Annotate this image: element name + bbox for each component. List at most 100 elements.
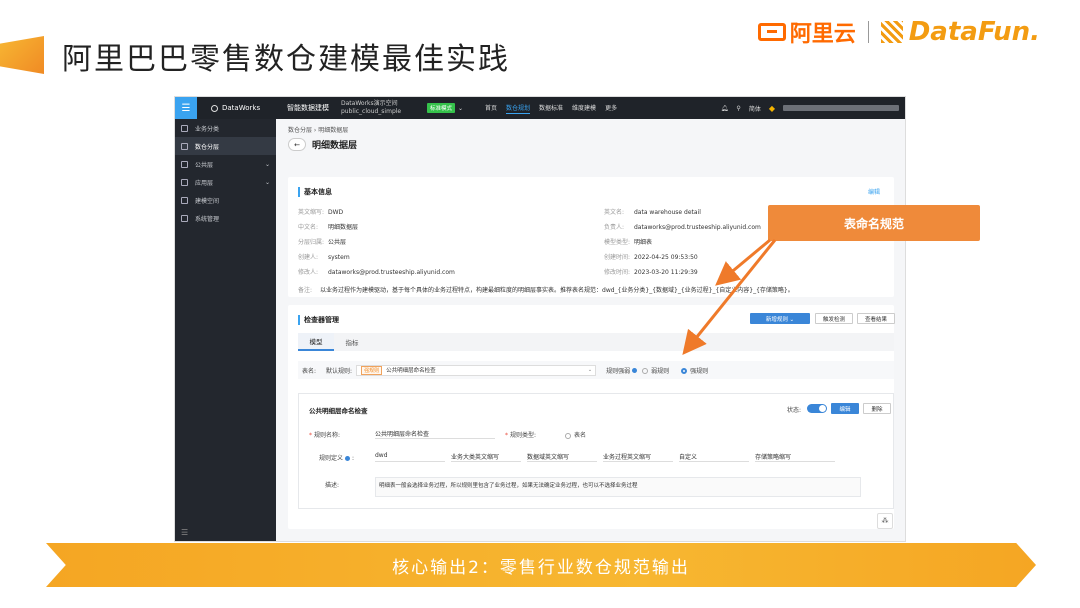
rule-strength-label: 规则强弱 bbox=[606, 367, 631, 375]
rule-title: 公共明细层命名检查 bbox=[309, 407, 368, 415]
delete-rule-button[interactable]: 删除 bbox=[863, 403, 891, 414]
nav-warehouse-planning[interactable]: 数仓规划 bbox=[506, 103, 531, 114]
rule-def-business-category[interactable]: 业务大类英文缩写 bbox=[451, 452, 521, 462]
grid-icon bbox=[181, 124, 188, 132]
dataworks-logo-icon bbox=[211, 104, 218, 112]
info-model-type: 模型类型: 明细表 bbox=[604, 239, 653, 246]
new-rule-button[interactable]: 新增规则 ⌄ bbox=[750, 313, 810, 324]
radio-icon bbox=[642, 368, 649, 374]
rule-name-label: * 规则名称: bbox=[309, 432, 341, 439]
sidebar-item-label: 建模空间 bbox=[195, 197, 220, 205]
product-name[interactable]: 智能数据建模 bbox=[275, 103, 341, 113]
info-en-name: 英文名: data warehouse detail bbox=[604, 209, 701, 216]
cluster-icon bbox=[181, 160, 188, 168]
basic-info-title: 基本信息 bbox=[298, 187, 332, 197]
gear-icon bbox=[181, 214, 188, 222]
info-layer-belong: 分层归属: 公共层 bbox=[298, 239, 347, 246]
top-bar-right: 🔔︎ ⚲ 简体 ◆ bbox=[721, 97, 899, 119]
cube-icon bbox=[181, 196, 188, 204]
apps-grid-icon[interactable]: ⁂ bbox=[877, 513, 893, 529]
strong-rule-radio[interactable]: 强规则 bbox=[681, 366, 708, 375]
info-created-at: 创建时间: 2022-04-25 09:53:50 bbox=[604, 254, 698, 261]
aliyun-logo: 阿里云 bbox=[757, 16, 856, 48]
page-title: 明细数据层 bbox=[312, 141, 358, 151]
mode-selector[interactable]: 标准模式 ⌄ bbox=[427, 103, 481, 113]
rule-def-storage-policy[interactable]: 存储策略缩写 bbox=[755, 452, 835, 462]
rule-def-prefix[interactable]: dwd bbox=[375, 452, 445, 462]
brand[interactable]: DataWorks bbox=[197, 104, 275, 112]
aliyun-mark-icon bbox=[757, 23, 786, 41]
sidebar-item-application-layer[interactable]: 应用层 ⌄ bbox=[175, 173, 276, 191]
sidebar-item-common-layer[interactable]: 公共层 ⌄ bbox=[175, 155, 276, 173]
logos: 阿里云 DataFun. bbox=[757, 16, 1040, 48]
nav-dimensional-modeling[interactable]: 维度建模 bbox=[572, 103, 596, 114]
bell-icon[interactable]: 🔔︎ bbox=[721, 105, 729, 112]
nav-data-standard[interactable]: 数据标准 bbox=[539, 103, 563, 114]
callout-box: 表命名规范 bbox=[768, 205, 980, 241]
back-button[interactable]: ← bbox=[288, 138, 306, 151]
rule-def-business-process[interactable]: 业务过程英文缩写 bbox=[603, 452, 673, 462]
sidebar-item-label: 系统管理 bbox=[195, 215, 220, 223]
trigger-check-button[interactable]: 触发检测 bbox=[815, 313, 853, 324]
rule-type-label: * 规则类型: bbox=[505, 432, 537, 439]
sidebar-item-label: 公共层 bbox=[195, 161, 214, 169]
sidebar-item-system-admin[interactable]: 系统管理 bbox=[175, 209, 276, 227]
menu-icon[interactable]: ☰ bbox=[175, 97, 197, 119]
info-creator: 创建人: system bbox=[298, 254, 350, 261]
sidebar-item-business-category[interactable]: 业务分类 bbox=[175, 119, 276, 137]
view-result-button[interactable]: 查看结果 bbox=[857, 313, 895, 324]
default-rule-select[interactable]: 强规则 公共明细层命名检查 ⌄ bbox=[356, 364, 597, 376]
top-bar: ☰ DataWorks 智能数据建模 DataWorks演示空间 public_… bbox=[175, 97, 905, 119]
sidebar: 业务分类 数仓分层 公共层 ⌄ 应用层 ⌄ 建模空间 系统管理 ☰ bbox=[175, 119, 276, 541]
rule-type-radio[interactable]: 表名 bbox=[565, 430, 586, 439]
page-header: ← 明细数据层 bbox=[288, 138, 357, 151]
sidebar-item-label: 应用层 bbox=[195, 179, 214, 187]
tab-model[interactable]: 模型 bbox=[298, 333, 334, 351]
radio-icon bbox=[565, 432, 571, 439]
edit-rule-button[interactable]: 编辑 bbox=[831, 403, 859, 414]
sidebar-item-label: 业务分类 bbox=[195, 125, 220, 133]
tab-metric[interactable]: 指标 bbox=[334, 333, 370, 351]
chevron-down-icon: ⌄ bbox=[264, 160, 270, 168]
brand-name: DataWorks bbox=[222, 104, 261, 112]
info-modifier: 修改人: dataworks@prod.trusteeship.aliyunid.… bbox=[298, 269, 455, 276]
breadcrumb: 数仓分层 › 明细数据层 bbox=[288, 127, 349, 134]
bottom-banner: 核心输出2：零售行业数仓规范输出 bbox=[46, 543, 1036, 587]
info-modified-at: 修改时间: 2023-03-20 11:29:39 bbox=[604, 269, 698, 276]
datafun-logo-text: DataFun. bbox=[908, 17, 1040, 47]
collapse-sidebar-icon[interactable]: ☰ bbox=[181, 528, 188, 537]
datafun-mark-icon bbox=[880, 21, 903, 43]
workspace-name: DataWorks演示空间 bbox=[341, 100, 398, 107]
rule-def-data-domain[interactable]: 数据域英文缩写 bbox=[527, 452, 597, 462]
status-toggle[interactable] bbox=[807, 404, 827, 413]
help-icon[interactable] bbox=[632, 367, 638, 373]
chevron-down-icon: ⌄ bbox=[458, 104, 464, 112]
rule-def-label: 规则定义: bbox=[319, 455, 355, 462]
layers-icon bbox=[181, 142, 188, 150]
status-label: 状态: bbox=[787, 407, 802, 414]
title-accent-shape bbox=[0, 36, 44, 74]
rule-name-input[interactable]: 公共明细层命名检查 bbox=[375, 429, 495, 439]
top-nav: 首页 数仓规划 数据标准 维度建模 更多 bbox=[485, 103, 617, 114]
logo-divider bbox=[867, 21, 869, 43]
search-icon[interactable]: ⚲ bbox=[736, 105, 740, 112]
language-switch[interactable]: 简体 bbox=[749, 104, 761, 113]
rule-detail-panel: 公共明细层命名检查 状态: 编辑 删除 * 规则名称: 公共明细层命名检查 * 规则… bbox=[298, 393, 894, 509]
nav-more[interactable]: 更多 bbox=[605, 103, 617, 114]
rule-desc-textarea[interactable]: 明细表一般会选择业务过程，所以规则里包含了业务过程，如果无法确定业务过程，也可以… bbox=[375, 477, 861, 497]
sidebar-item-warehouse-layer[interactable]: 数仓分层 bbox=[175, 137, 276, 155]
checker-tabs: 模型 指标 bbox=[298, 333, 894, 351]
chevron-down-icon: ⌄ bbox=[264, 178, 270, 186]
sidebar-item-modeling-space[interactable]: 建模空间 bbox=[175, 191, 276, 209]
basic-info-edit-link[interactable]: 编辑 bbox=[868, 187, 880, 196]
user-account-redacted[interactable] bbox=[783, 105, 899, 111]
sidebar-item-label: 数仓分层 bbox=[195, 143, 220, 151]
rule-def-custom[interactable]: 自定义 bbox=[679, 452, 749, 462]
nav-home[interactable]: 首页 bbox=[485, 103, 497, 114]
table-name-label: 表名: bbox=[302, 367, 317, 375]
workspace-id: public_cloud_simple bbox=[341, 108, 402, 115]
info-cn-name: 中文名: 明细数据层 bbox=[298, 224, 359, 231]
aliyun-logo-text: 阿里云 bbox=[789, 22, 856, 47]
weak-rule-radio[interactable]: 弱规则 bbox=[642, 366, 669, 375]
workspace-selector[interactable]: DataWorks演示空间 public_cloud_simple bbox=[341, 100, 427, 116]
